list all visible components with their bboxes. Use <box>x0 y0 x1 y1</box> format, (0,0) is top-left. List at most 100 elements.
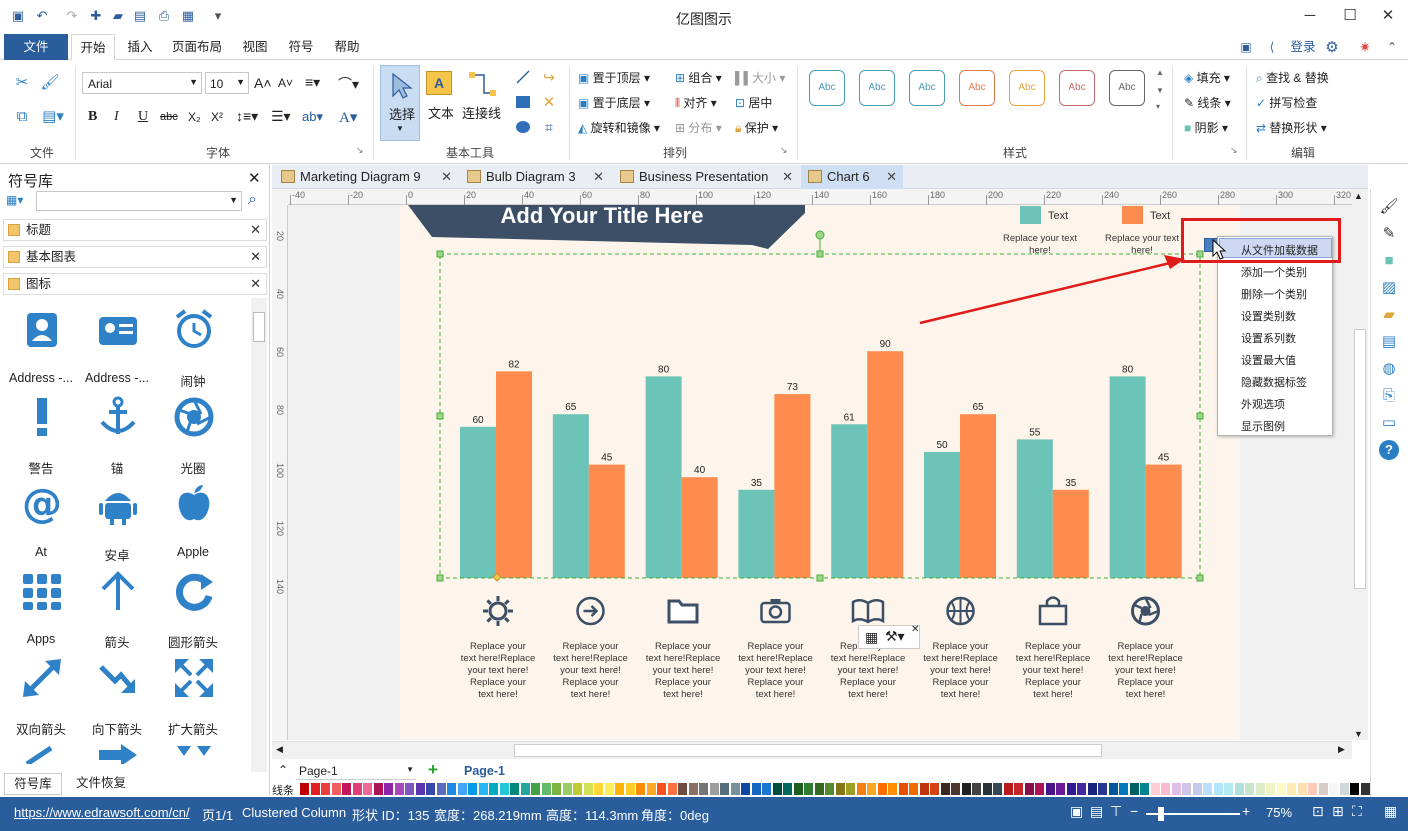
palette-swatch[interactable] <box>342 783 351 795</box>
collapse-ribbon-icon[interactable]: ⌃ <box>1384 38 1400 56</box>
menu-tab-page-layout[interactable]: 页面布局 <box>166 34 228 60</box>
menu-tab-view[interactable]: 视图 <box>234 34 276 60</box>
format-painter-icon[interactable]: 🖌 <box>40 72 60 92</box>
palette-swatch[interactable] <box>678 783 687 795</box>
palette-swatch[interactable] <box>1140 783 1149 795</box>
resize-handle[interactable] <box>1196 574 1204 582</box>
zoom-out-icon[interactable]: − <box>1130 803 1138 819</box>
context-menu-item-3[interactable]: 删除一个类别 <box>1241 286 1307 302</box>
size-button[interactable]: ▌▌大小 ▾ <box>735 69 785 86</box>
center-button[interactable]: ⊡ 居中 <box>735 94 772 111</box>
palette-swatch[interactable] <box>1213 783 1223 795</box>
palette-swatch[interactable] <box>825 783 834 795</box>
symbol-item[interactable]: 箭头 <box>79 570 155 650</box>
resize-handle[interactable] <box>436 412 444 420</box>
scroll-right-icon[interactable]: ▶ <box>1338 744 1345 755</box>
line-spacing-icon[interactable]: ↕≡▾ <box>236 108 258 125</box>
fit-page-icon[interactable]: ⊡ <box>1312 803 1324 820</box>
color-palette[interactable]: 线条 <box>272 782 1408 797</box>
save-icon[interactable]: ▤ <box>132 8 148 24</box>
protect-button[interactable]: 🔒︎ 保护 ▾ <box>735 119 778 136</box>
palette-swatch[interactable] <box>1276 783 1286 795</box>
shrink-font-icon[interactable]: A˅ <box>278 76 293 90</box>
bar-s2-c2[interactable] <box>588 464 625 578</box>
palette-swatch[interactable] <box>1171 783 1181 795</box>
palette-swatch[interactable] <box>573 783 582 795</box>
curve-tool-icon[interactable]: ↪ <box>540 68 558 86</box>
spell-check-button[interactable]: ✓ 拼写检查 <box>1256 94 1317 111</box>
palette-swatch[interactable] <box>1318 783 1328 795</box>
style-more-icon[interactable]: ▾ <box>1156 102 1160 111</box>
palette-swatch[interactable] <box>1245 783 1254 795</box>
palette-swatch[interactable] <box>594 783 603 795</box>
doc-tab-business-presentation[interactable]: Business Presentation ✕ <box>613 165 799 189</box>
font-dialog-launcher-icon[interactable]: ↘ <box>356 145 364 156</box>
close-tab-icon[interactable]: ✕ <box>441 165 452 189</box>
send-to-back-button[interactable]: ▣ 置于底层 ▾ <box>578 94 650 111</box>
export-icon[interactable]: ▦ <box>180 8 196 24</box>
palette-swatch[interactable] <box>814 783 824 795</box>
bar-s1-c2[interactable] <box>552 414 589 578</box>
palette-swatch[interactable] <box>993 783 1002 795</box>
symbol-item[interactable]: Address -... <box>3 309 79 389</box>
palette-swatch[interactable] <box>447 783 456 795</box>
palette-swatch[interactable] <box>541 783 551 795</box>
palette-swatch[interactable] <box>720 783 729 795</box>
palette-swatch[interactable] <box>310 783 320 795</box>
palette-swatch[interactable] <box>499 783 509 795</box>
close-tab-icon[interactable]: ✕ <box>782 165 793 189</box>
new-file-icon[interactable]: ✚ <box>88 8 104 24</box>
close-section-icon[interactable]: ✕ <box>250 247 261 267</box>
palette-swatch[interactable] <box>657 783 666 795</box>
menu-tab-file[interactable]: 文件 <box>4 34 68 60</box>
symbol-item[interactable]: 扩大箭头 <box>155 657 231 737</box>
bar-s2-c5[interactable] <box>867 351 904 578</box>
palette-swatch[interactable] <box>940 783 950 795</box>
share-icon[interactable]: ⟨ <box>1264 39 1280 55</box>
scroll-thumb[interactable] <box>1354 329 1366 589</box>
scroll-thumb[interactable] <box>253 312 265 342</box>
menu-tab-insert[interactable]: 插入 <box>118 34 162 60</box>
palette-swatch[interactable] <box>436 783 446 795</box>
resize-handle[interactable] <box>436 574 444 582</box>
bar-s1-c1[interactable] <box>460 426 496 578</box>
add-page-icon[interactable]: + <box>428 760 438 780</box>
maximize-icon[interactable]: ☐ <box>1340 6 1360 26</box>
palette-swatch[interactable] <box>531 783 540 795</box>
help-panel-icon[interactable]: ? <box>1379 440 1399 460</box>
resize-handle[interactable] <box>1196 412 1204 420</box>
bar-s2-c6[interactable] <box>960 414 996 578</box>
chart-svg[interactable]: Add Your Title Here 60 82 65 45 80 40 35 73 61 90… <box>400 205 1240 740</box>
bar-s1-c7[interactable] <box>1016 439 1053 578</box>
palette-swatch[interactable] <box>667 783 677 795</box>
bar-s2-c8[interactable] <box>1145 464 1182 578</box>
symbol-item[interactable]: 双向箭头 <box>3 657 79 737</box>
palette-swatch[interactable] <box>1087 783 1097 795</box>
palette-swatch[interactable] <box>856 783 866 795</box>
context-menu-item-2[interactable]: 添加一个类别 <box>1241 264 1307 280</box>
ellipse-tool-icon[interactable] <box>514 118 532 136</box>
horizontal-scrollbar[interactable]: ◀ ▶ <box>272 741 1352 759</box>
palette-swatch[interactable] <box>783 783 792 795</box>
palette-swatch[interactable] <box>1024 783 1034 795</box>
palette-swatch[interactable] <box>405 783 414 795</box>
italic-icon[interactable]: I <box>114 109 119 125</box>
palette-swatch[interactable] <box>1329 783 1338 795</box>
palette-swatch[interactable] <box>562 783 572 795</box>
palette-swatch[interactable] <box>625 783 635 795</box>
fill-button[interactable]: ◈ 填充 ▾ <box>1184 69 1230 86</box>
palette-swatch[interactable] <box>751 783 761 795</box>
palette-swatch[interactable] <box>835 783 845 795</box>
comment-panel-icon[interactable]: ▭ <box>1379 413 1399 433</box>
hyperlink-panel-icon[interactable]: ◍ <box>1379 359 1399 379</box>
distribute-button[interactable]: ⊞ 分布 ▾ <box>675 119 722 136</box>
style-preset-5[interactable]: Abc <box>1009 70 1045 106</box>
palette-swatch[interactable] <box>961 783 971 795</box>
full-screen-icon[interactable]: ⛶ <box>1352 803 1362 820</box>
symbol-item[interactable]: 圆形箭头 <box>155 570 231 650</box>
subscript-icon[interactable]: X₂ <box>188 110 201 124</box>
bar-s2-c3[interactable] <box>681 477 718 578</box>
palette-swatch[interactable] <box>688 783 698 795</box>
palette-swatch[interactable] <box>478 783 488 795</box>
bottom-tab-file-recovery[interactable]: 文件恢复 <box>66 773 136 795</box>
